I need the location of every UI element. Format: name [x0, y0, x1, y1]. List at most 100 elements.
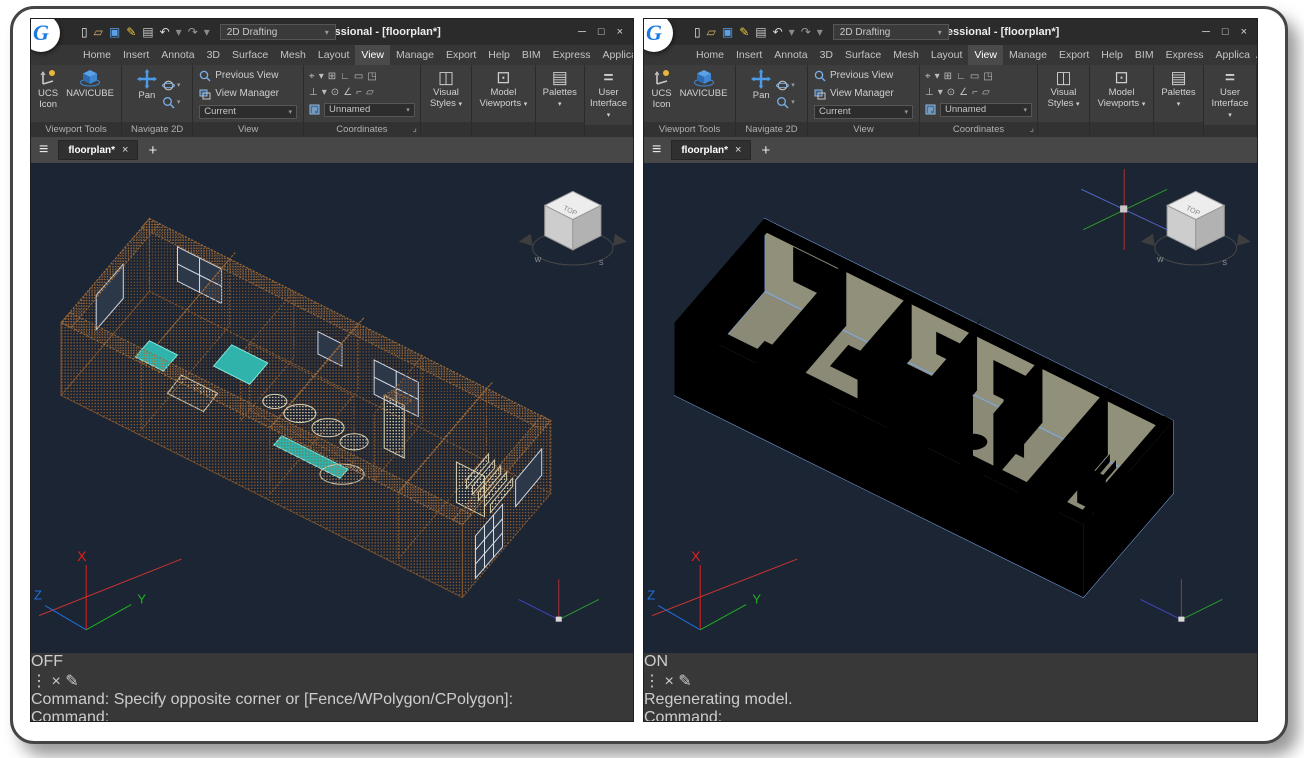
- ucs-x-rotate-icon[interactable]: ⌐: [356, 87, 362, 98]
- pencil-icon[interactable]: ✎: [65, 673, 78, 690]
- close-icon[interactable]: ×: [1241, 26, 1247, 38]
- visual-styles-button[interactable]: ◫ Visual Styles ▾: [423, 67, 469, 120]
- current-view-dropdown[interactable]: Current ▾: [199, 105, 297, 119]
- ucs-name-dropdown[interactable]: Unnamed ▾: [324, 103, 415, 117]
- redo-icon[interactable]: ↷: [801, 26, 811, 38]
- new-tab-icon[interactable]: +: [761, 142, 770, 159]
- workspace-selector[interactable]: 2D Drafting ▾: [220, 24, 336, 40]
- menu-tab-view[interactable]: View: [968, 45, 1003, 65]
- open-folder-icon[interactable]: ▱: [707, 26, 716, 38]
- menu-tab-view[interactable]: View: [355, 45, 390, 65]
- drag-handle-icon[interactable]: ⋮: [644, 673, 660, 690]
- navicube-widget[interactable]: TOP W S: [519, 191, 627, 267]
- new-file-icon[interactable]: ▯: [81, 26, 88, 38]
- command-line-window[interactable]: ⋮ × ✎ Regenerating model. Command:: [644, 671, 1257, 722]
- ucs-y-rotate-icon[interactable]: ▱: [366, 87, 374, 98]
- doc-tab-floorplan[interactable]: floorplan* ×: [58, 140, 138, 160]
- drag-handle-icon[interactable]: ⋮: [31, 673, 47, 690]
- save-as-icon[interactable]: ✎: [126, 26, 136, 38]
- menu-tab-export[interactable]: Export: [1053, 45, 1095, 65]
- undo-dropdown-icon[interactable]: ▾: [789, 26, 795, 38]
- redo-dropdown-icon[interactable]: ▾: [204, 26, 210, 38]
- maximize-icon[interactable]: □: [1222, 26, 1229, 38]
- menu-tab-mesh[interactable]: Mesh: [887, 45, 925, 65]
- current-view-dropdown[interactable]: Current ▾: [814, 105, 913, 119]
- ucs-dropdown-icon[interactable]: ▾: [319, 71, 324, 82]
- file-tabs-menu-icon[interactable]: ≡: [39, 141, 48, 159]
- close-icon[interactable]: ×: [617, 26, 623, 38]
- previous-view-button[interactable]: Previous View: [810, 67, 917, 84]
- previous-view-button[interactable]: Previous View: [195, 67, 301, 84]
- ucs-view-icon[interactable]: ▭: [970, 71, 979, 82]
- palettes-button[interactable]: ▤ Palettes ▾: [1156, 67, 1201, 120]
- visual-styles-button[interactable]: ◫ Visual Styles ▾: [1040, 67, 1087, 120]
- menu-tab-export[interactable]: Export: [440, 45, 482, 65]
- ucs-name-dropdown[interactable]: Unnamed ▾: [940, 103, 1032, 117]
- pan-button[interactable]: Pan: [748, 67, 774, 120]
- menu-tab-express[interactable]: Express: [547, 45, 597, 65]
- menu-tab-3d[interactable]: 3D: [201, 45, 226, 65]
- pencil-icon[interactable]: ✎: [678, 673, 691, 690]
- palettes-button[interactable]: ▤ Palettes ▾: [538, 67, 582, 120]
- navicube-button[interactable]: NAVICUBE: [677, 67, 731, 120]
- menu-tab-home[interactable]: Home: [77, 45, 117, 65]
- close-icon[interactable]: ×: [664, 673, 673, 690]
- ucs-origin-icon[interactable]: ⊞: [328, 71, 336, 82]
- menu-tab-help[interactable]: Help: [1095, 45, 1129, 65]
- ucs-object-icon[interactable]: ◳: [367, 71, 376, 82]
- user-interface-button[interactable]: = User Interface ▾: [1206, 67, 1254, 123]
- ucs-dropdown2-icon[interactable]: ▾: [938, 87, 943, 98]
- command-prompt-line[interactable]: Command:: [31, 709, 633, 722]
- zoom-realtime-button[interactable]: ▾: [162, 96, 181, 109]
- ucs-icon-button[interactable]: UCSIcon: [35, 67, 61, 120]
- ucs-dropdown2-icon[interactable]: ▾: [322, 87, 327, 98]
- plot-icon[interactable]: ▤: [142, 26, 153, 38]
- undo-icon[interactable]: ↶: [773, 26, 783, 38]
- pan-button[interactable]: Pan: [134, 67, 160, 120]
- menu-tab-express[interactable]: Express: [1160, 45, 1210, 65]
- navicube-button[interactable]: NAVICUBE: [63, 67, 117, 120]
- ucs-z-axis-icon[interactable]: ∟: [340, 71, 350, 82]
- close-icon[interactable]: ×: [122, 144, 128, 156]
- ucs-dropdown-icon[interactable]: ▾: [935, 71, 940, 82]
- ucs-y-rotate-icon[interactable]: ▱: [982, 87, 990, 98]
- redo-icon[interactable]: ↷: [188, 26, 198, 38]
- menu-tab-manage[interactable]: Manage: [1003, 45, 1053, 65]
- open-folder-icon[interactable]: ▱: [94, 26, 103, 38]
- menu-tab-annotate[interactable]: Annota: [155, 45, 200, 65]
- ucs-world-icon[interactable]: ⌖: [309, 71, 315, 82]
- ucs-icon-button[interactable]: UCSIcon: [649, 67, 675, 120]
- ucs-origin-icon[interactable]: ⊞: [944, 71, 952, 82]
- menu-tab-application[interactable]: Applica: [1210, 45, 1256, 65]
- dialog-launcher-icon[interactable]: ⌟: [413, 123, 417, 134]
- save-as-icon[interactable]: ✎: [739, 26, 749, 38]
- workspace-selector[interactable]: 2D Drafting ▾: [833, 24, 949, 40]
- menu-tab-surface[interactable]: Surface: [839, 45, 887, 65]
- minimize-icon[interactable]: ─: [578, 26, 586, 38]
- redo-dropdown-icon[interactable]: ▾: [817, 26, 823, 38]
- appearance-menu[interactable]: Appearance ▾: [1256, 50, 1258, 61]
- plot-icon[interactable]: ▤: [755, 26, 766, 38]
- save-icon[interactable]: ▣: [722, 26, 733, 38]
- ucs-named-icon[interactable]: ⊙: [331, 87, 339, 98]
- menu-tab-home[interactable]: Home: [690, 45, 730, 65]
- drawing-viewport[interactable]: X Y Z TOP W S: [644, 163, 1257, 653]
- file-tabs-menu-icon[interactable]: ≡: [652, 141, 661, 159]
- ucs-previous-icon[interactable]: ⊥: [309, 87, 318, 98]
- minimize-icon[interactable]: ─: [1202, 26, 1210, 38]
- menu-tab-3d[interactable]: 3D: [814, 45, 839, 65]
- ucs-object-icon[interactable]: ◳: [983, 71, 992, 82]
- menu-tab-manage[interactable]: Manage: [390, 45, 440, 65]
- dialog-launcher-icon[interactable]: ⌟: [1030, 123, 1034, 134]
- doc-tab-floorplan[interactable]: floorplan* ×: [671, 140, 751, 160]
- menu-tab-insert[interactable]: Insert: [730, 45, 768, 65]
- close-icon[interactable]: ×: [51, 673, 60, 690]
- maximize-icon[interactable]: □: [598, 26, 605, 38]
- undo-dropdown-icon[interactable]: ▾: [176, 26, 182, 38]
- menu-tab-annotate[interactable]: Annota: [768, 45, 813, 65]
- menu-tab-help[interactable]: Help: [482, 45, 516, 65]
- drawing-viewport[interactable]: X Y Z TOP W S: [31, 163, 633, 653]
- navicube-widget[interactable]: TOP W S: [1141, 191, 1251, 267]
- orbit-button[interactable]: ▾: [162, 79, 181, 92]
- menu-tab-mesh[interactable]: Mesh: [274, 45, 312, 65]
